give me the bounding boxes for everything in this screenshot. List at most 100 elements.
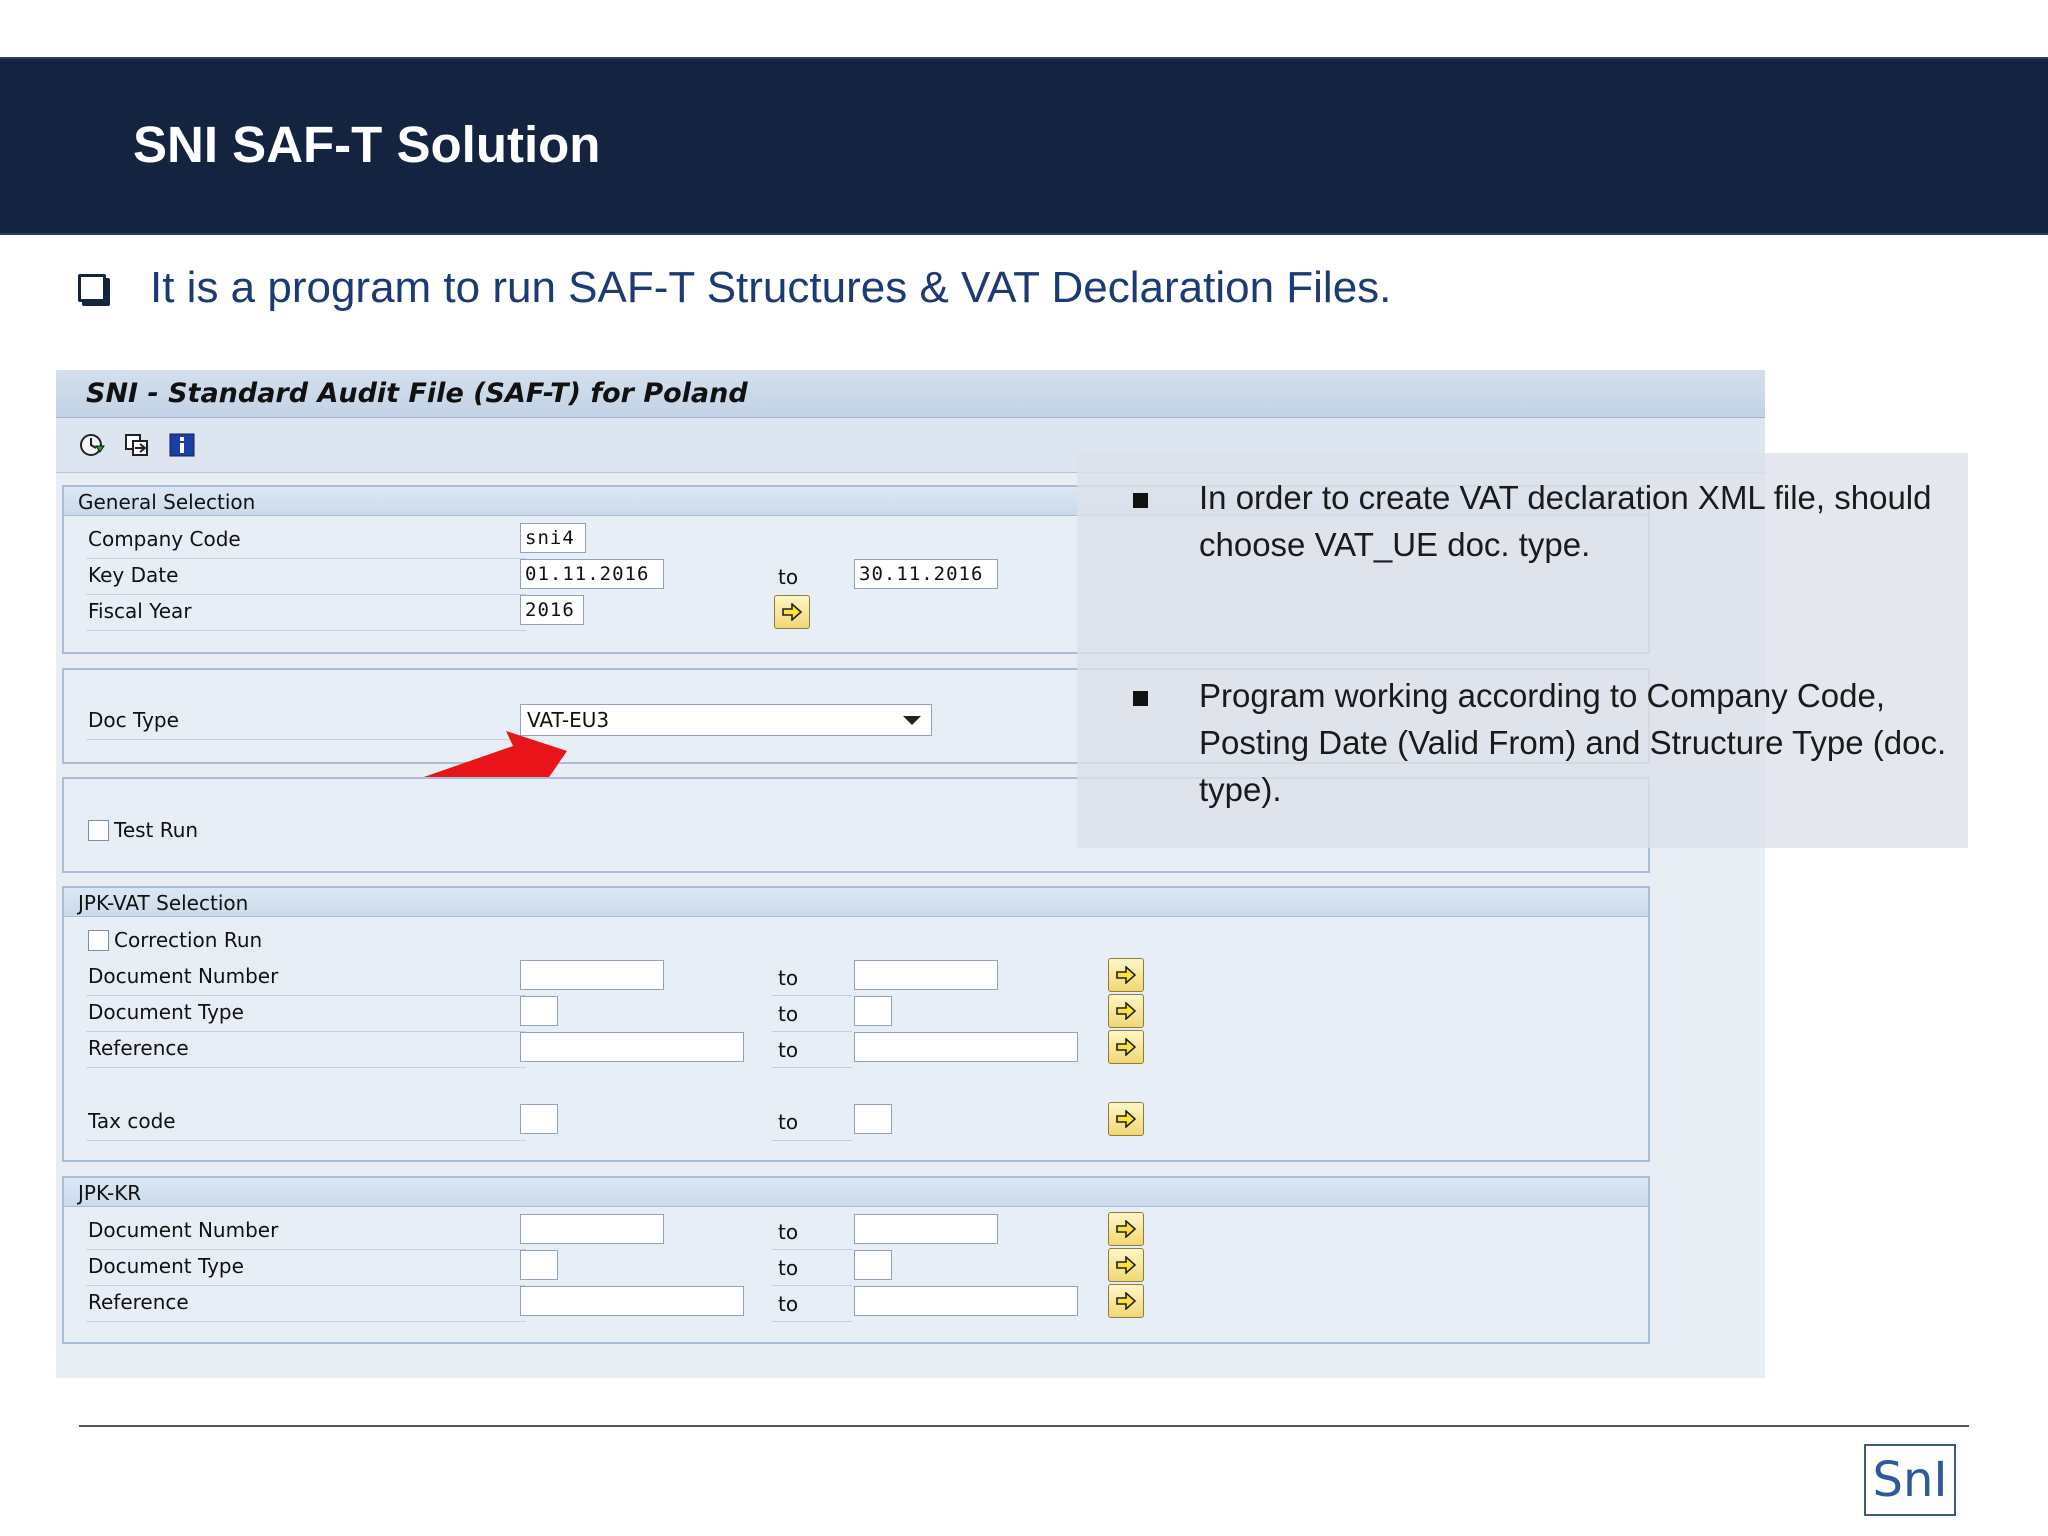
general-selection-title: General Selection [78, 490, 256, 514]
document-number-to-field[interactable] [854, 960, 998, 990]
document-number-to-field[interactable] [854, 1214, 998, 1244]
note-bullet-1: In order to create VAT declaration XML f… [1199, 479, 1932, 563]
multiple-selection-button[interactable] [1108, 1102, 1144, 1136]
key-date-to-label: to [778, 565, 799, 589]
document-type-from-field[interactable] [520, 996, 558, 1026]
key-date-to-field[interactable]: 30.11.2016 [854, 559, 998, 589]
to-underline [772, 1031, 852, 1032]
sni-logo: SnI [1864, 1444, 1956, 1516]
key-date-label: Key Date [88, 563, 179, 587]
jpk-kr-title: JPK-KR [78, 1181, 142, 1205]
arrow-right-icon [1116, 966, 1137, 984]
chevron-down-icon [903, 716, 921, 725]
to-underline [772, 1249, 852, 1250]
bullet-square-icon [1133, 493, 1148, 508]
sap-window-title: SNI - Standard Audit File (SAF-T) for Po… [86, 378, 748, 409]
document-type-label: Document Type [88, 1000, 244, 1024]
to-label: to [778, 1256, 799, 1280]
key-date-from-field[interactable]: 01.11.2016 [520, 559, 664, 589]
multiple-selection-button[interactable] [1108, 958, 1144, 992]
correction-run-checkbox[interactable] [88, 930, 109, 951]
sap-window-title-bar: SNI - Standard Audit File (SAF-T) for Po… [56, 370, 1765, 418]
arrow-right-icon [1116, 1220, 1137, 1238]
execute-icon[interactable] [78, 432, 106, 458]
jpk-kr-header: JPK-KR [64, 1178, 1648, 1207]
jpk-vat-title: JPK-VAT Selection [78, 891, 249, 915]
document-number-label: Document Number [88, 1218, 279, 1242]
note-bullet-2: Program working according to Company Cod… [1199, 677, 1947, 808]
to-underline [772, 1140, 852, 1141]
reference-label: Reference [88, 1036, 189, 1060]
fiscal-year-label: Fiscal Year [88, 599, 192, 623]
reference-to-field[interactable] [854, 1286, 1078, 1316]
arrow-right-icon [1116, 1256, 1137, 1274]
reference-to-field[interactable] [854, 1032, 1078, 1062]
bullet-square-icon [1133, 691, 1148, 706]
multiple-selection-button[interactable] [1108, 1030, 1144, 1064]
to-underline [772, 1321, 852, 1322]
label-underline [86, 995, 526, 996]
document-type-to-field[interactable] [854, 1250, 892, 1280]
label-underline [86, 630, 526, 631]
document-type-label: Document Type [88, 1254, 244, 1278]
jpk-vat-header: JPK-VAT Selection [64, 888, 1648, 917]
test-run-checkbox[interactable] [88, 820, 109, 841]
to-label: to [778, 1220, 799, 1244]
to-label: to [778, 966, 799, 990]
slide-title: SNI SAF-T Solution [133, 116, 601, 173]
to-underline [772, 1285, 852, 1286]
arrow-right-icon [1116, 1038, 1137, 1056]
document-type-from-field[interactable] [520, 1250, 558, 1280]
notes-overlay: In order to create VAT declaration XML f… [1077, 453, 1968, 848]
document-number-label: Document Number [88, 964, 279, 988]
reference-from-field[interactable] [520, 1286, 744, 1316]
intro-line: It is a program to run SAF-T Structures … [78, 258, 1391, 318]
intro-text: It is a program to run SAF-T Structures … [150, 263, 1392, 312]
label-underline [86, 1321, 526, 1322]
arrow-right-icon [1116, 1110, 1137, 1128]
label-underline [86, 558, 526, 559]
jpk-kr-group: JPK-KR Document Number to Document Type … [62, 1176, 1650, 1344]
doc-type-label: Doc Type [88, 708, 179, 732]
multiple-selection-button[interactable] [1108, 1284, 1144, 1318]
tax-code-label: Tax code [88, 1109, 176, 1133]
multiple-selection-button[interactable] [774, 595, 810, 629]
company-code-field[interactable]: sni4 [520, 523, 586, 553]
test-run-label: Test Run [114, 818, 199, 842]
to-label: to [778, 1002, 799, 1026]
label-underline [86, 1031, 526, 1032]
tax-code-to-field[interactable] [854, 1104, 892, 1134]
to-label: to [778, 1038, 799, 1062]
reference-from-field[interactable] [520, 1032, 744, 1062]
multiple-selection-button[interactable] [1108, 1248, 1144, 1282]
to-label: to [778, 1110, 799, 1134]
fiscal-year-field[interactable]: 2016 [520, 595, 584, 625]
footer-divider [79, 1425, 1969, 1427]
reference-label: Reference [88, 1290, 189, 1314]
label-underline [86, 1285, 526, 1286]
arrow-right-icon [782, 603, 803, 621]
label-underline [86, 1067, 526, 1068]
tax-code-from-field[interactable] [520, 1104, 558, 1134]
multiple-selection-button[interactable] [1108, 1212, 1144, 1246]
to-underline [772, 1067, 852, 1068]
info-icon[interactable] [168, 432, 196, 458]
document-type-to-field[interactable] [854, 996, 892, 1026]
to-underline [772, 995, 852, 996]
arrow-right-icon [1116, 1292, 1137, 1310]
checkbox-bullet-icon [78, 274, 106, 302]
document-number-from-field[interactable] [520, 960, 664, 990]
jpk-vat-group: JPK-VAT Selection Correction Run Documen… [62, 886, 1650, 1162]
multiple-selection-button[interactable] [1108, 994, 1144, 1028]
label-underline [86, 594, 526, 595]
slide-header: SNI SAF-T Solution [0, 57, 2048, 235]
get-variant-icon[interactable] [123, 432, 151, 458]
sni-logo-text: SnI [1872, 1452, 1948, 1508]
company-code-label: Company Code [88, 527, 241, 551]
document-number-from-field[interactable] [520, 1214, 664, 1244]
arrow-right-icon [1116, 1002, 1137, 1020]
label-underline [86, 1140, 526, 1141]
correction-run-label: Correction Run [114, 928, 263, 952]
label-underline [86, 1249, 526, 1250]
to-label: to [778, 1292, 799, 1316]
